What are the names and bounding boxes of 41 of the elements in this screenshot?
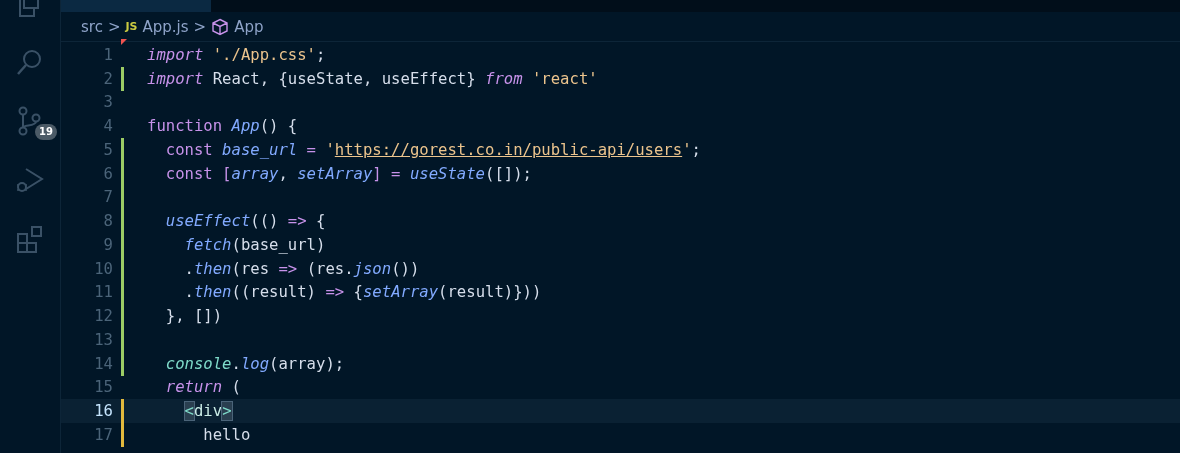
- code-line: console.log(array);: [164, 354, 345, 373]
- code-line: const [array, setArray] = useState([]);: [164, 164, 532, 183]
- code-line: <div>: [183, 402, 232, 421]
- line-number: 17: [93, 425, 113, 444]
- code-line: return (: [164, 378, 241, 397]
- code-line: import './App.css';: [147, 45, 326, 64]
- code-line: .then((result) => {setArray(result)})): [183, 283, 542, 302]
- line-number: 13: [93, 330, 113, 349]
- line-number: 6: [102, 164, 113, 183]
- line-number: 7: [102, 188, 113, 207]
- run-debug-icon[interactable]: [15, 165, 45, 195]
- line-number: 9: [102, 235, 113, 254]
- code-line: .then(res => (res.json()): [183, 259, 420, 278]
- line-number: 15: [93, 378, 113, 397]
- line-number: 1: [102, 45, 113, 64]
- line-number: 3: [102, 93, 113, 112]
- cube-icon: [211, 17, 230, 36]
- breadcrumb-item[interactable]: src: [81, 17, 103, 36]
- chevron-separator: >: [193, 17, 207, 36]
- js-file-icon: JS: [125, 20, 138, 33]
- code-line: function App() {: [147, 117, 298, 136]
- code-line: useEffect(() => {: [164, 212, 326, 231]
- breadcrumb-item[interactable]: App.js: [142, 17, 189, 36]
- line-number: 5: [102, 140, 113, 159]
- count-badge: 19: [35, 124, 57, 140]
- line-number: 10: [93, 259, 113, 278]
- breadcrumb-item[interactable]: App: [234, 17, 264, 36]
- line-number: 14: [93, 354, 113, 373]
- code-line: fetch(base_url): [183, 235, 326, 254]
- code-line: const base_url = 'https://gorest.co.in/public-api/users';: [164, 140, 701, 159]
- code-line: }, []): [164, 307, 223, 326]
- line-number: 4: [102, 117, 113, 136]
- line-number: 11: [93, 283, 113, 302]
- extensions-icon[interactable]: [15, 224, 45, 254]
- line-number: 16: [93, 402, 113, 421]
- line-number: 12: [93, 307, 113, 326]
- line-number: 8: [102, 212, 113, 231]
- line-number: 2: [102, 69, 113, 88]
- code-line: hello: [202, 425, 251, 444]
- chevron-separator: >: [107, 17, 121, 36]
- code-line: import React, {useState, useEffect} from 'react': [147, 69, 598, 88]
